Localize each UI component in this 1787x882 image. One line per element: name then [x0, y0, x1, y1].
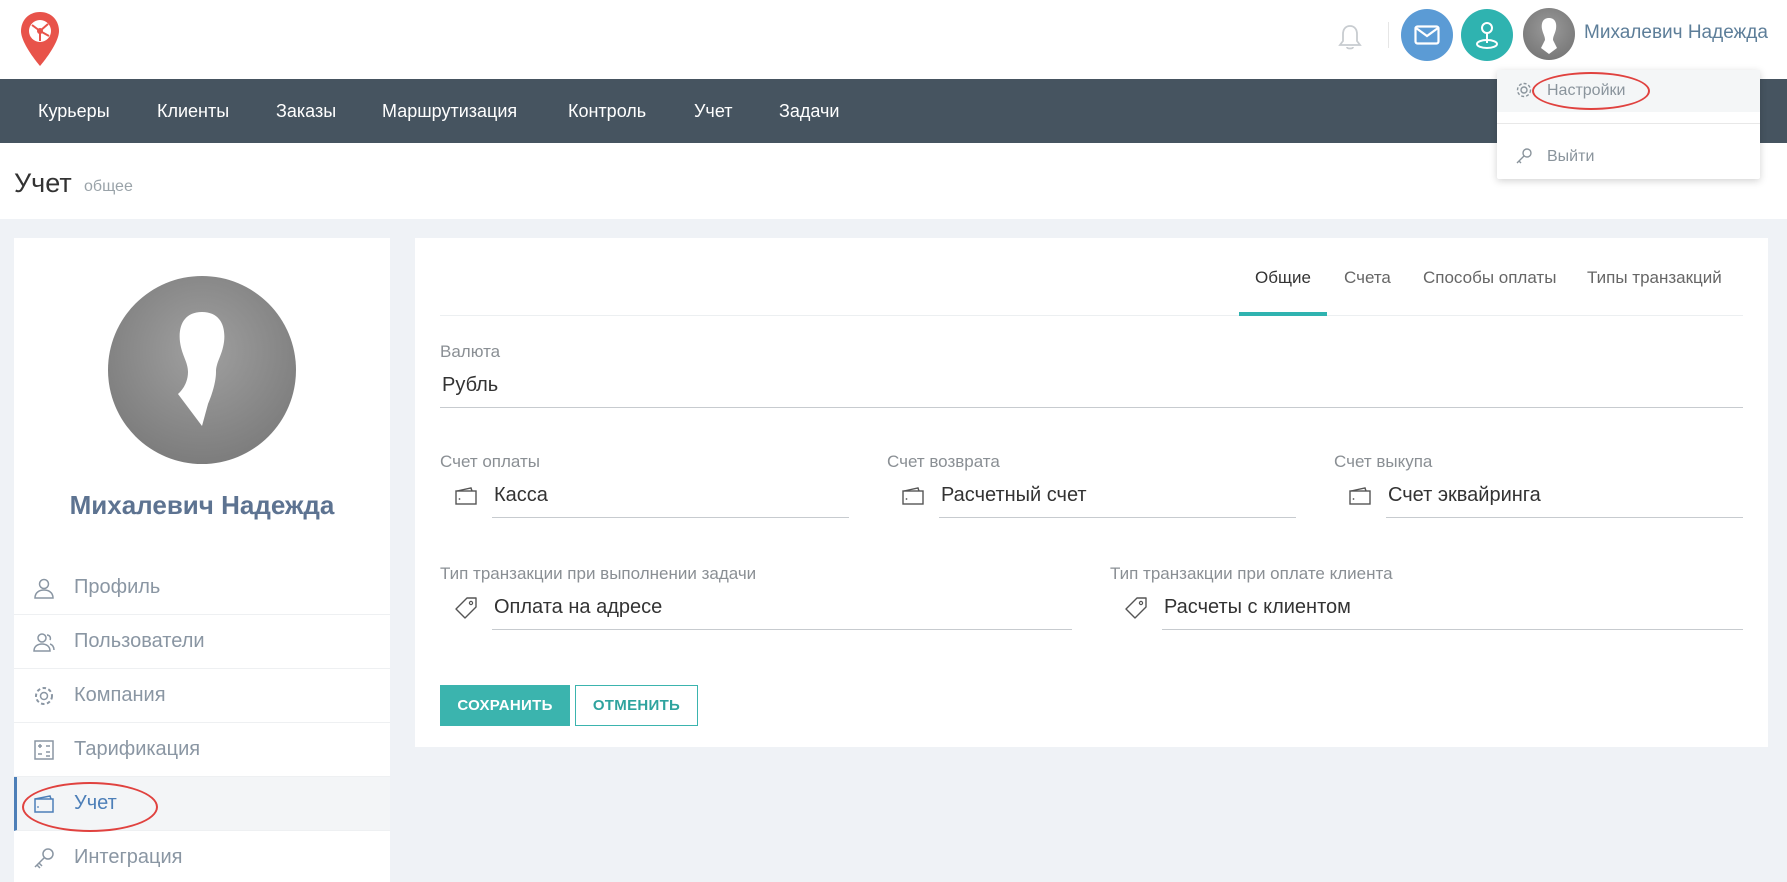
- refund-account-value: Расчетный счет: [941, 484, 1087, 506]
- buyout-account-select[interactable]: Счет эквайринга: [1334, 474, 1743, 518]
- client-transaction-label: Тип транзакции при оплате клиента: [1110, 564, 1393, 583]
- nav-control[interactable]: Контроль: [568, 79, 646, 143]
- nav-accounting[interactable]: Учет: [694, 79, 732, 143]
- user-dropdown-menu: Настройки Выйти: [1497, 70, 1760, 179]
- location-button[interactable]: [1461, 9, 1513, 61]
- wallet-icon: [887, 474, 939, 518]
- key-icon: [1515, 147, 1535, 167]
- sidebar-item-tariffs[interactable]: Тарификация: [14, 723, 390, 777]
- user-icon: [32, 576, 56, 600]
- users-icon: [32, 630, 56, 654]
- sidebar-item-users[interactable]: Пользователи: [14, 615, 390, 669]
- nav-tasks[interactable]: Задачи: [779, 79, 839, 143]
- wallet-icon: [32, 792, 56, 816]
- logout-label: Выйти: [1547, 148, 1595, 165]
- sidebar-user-name: Михалевич Надежда: [69, 490, 335, 520]
- task-transaction-value: Оплата на адресе: [494, 596, 663, 618]
- payment-account-select[interactable]: Касса: [440, 474, 849, 518]
- sidebar-item-label: Компания: [74, 684, 166, 706]
- dropdown-divider: [1497, 123, 1760, 124]
- cancel-button[interactable]: ОТМЕНИТЬ: [575, 685, 698, 726]
- nav-clients[interactable]: Клиенты: [157, 79, 229, 143]
- refund-account-label: Счет возврата: [887, 452, 1000, 471]
- task-transaction-label: Тип транзакции при выполнении задачи: [440, 564, 757, 583]
- header-divider: [1388, 22, 1389, 48]
- sidebar-item-label: Профиль: [74, 576, 161, 598]
- active-tab-indicator: [1239, 312, 1327, 316]
- app-logo-icon[interactable]: [18, 10, 68, 70]
- gear-icon: [1515, 81, 1535, 101]
- tag-icon: [1110, 586, 1162, 630]
- refund-account-select[interactable]: Расчетный счет: [887, 474, 1296, 518]
- settings-sidebar: Михалевич Надежда Профиль Пользователи К…: [14, 238, 390, 882]
- header-user-name[interactable]: Михалевич Надежда: [1584, 22, 1768, 44]
- sidebar-item-label: Пользователи: [74, 630, 205, 652]
- settings-label: Настройки: [1547, 82, 1626, 99]
- top-header: Михалевич Надежда: [0, 0, 1787, 79]
- task-transaction-select[interactable]: Оплата на адресе: [440, 586, 1072, 630]
- currency-value: Рубль: [442, 374, 499, 396]
- tabs-divider: [440, 315, 1743, 316]
- client-transaction-select[interactable]: Расчеты с клиентом: [1110, 586, 1743, 630]
- profile-avatar: [108, 276, 296, 464]
- sidebar-item-label: Интеграция: [74, 846, 183, 868]
- sidebar-item-profile[interactable]: Профиль: [14, 561, 390, 615]
- currency-label: Валюта: [440, 342, 501, 361]
- client-transaction-value: Расчеты с клиентом: [1164, 596, 1351, 618]
- logout-menu-item[interactable]: Выйти: [1497, 136, 1760, 178]
- currency-field[interactable]: Рубль: [440, 364, 1743, 408]
- notifications-bell-icon[interactable]: [1335, 22, 1365, 52]
- buyout-account-value: Счет эквайринга: [1388, 484, 1541, 506]
- messages-button[interactable]: [1401, 9, 1453, 61]
- nav-routing[interactable]: Маршрутизация: [382, 79, 517, 143]
- sidebar-item-integration[interactable]: Интеграция: [14, 831, 390, 882]
- sidebar-item-label: Учет: [74, 792, 117, 814]
- accounting-settings-card: Общие Счета Способы оплаты Типы транзакц…: [415, 238, 1768, 747]
- sidebar-item-company[interactable]: Компания: [14, 669, 390, 723]
- buyout-account-label: Счет выкупа: [1334, 452, 1433, 471]
- tab-general[interactable]: Общие: [1255, 268, 1311, 316]
- payment-account-label: Счет оплаты: [440, 452, 541, 471]
- tab-transaction-types[interactable]: Типы транзакций: [1587, 268, 1722, 316]
- settings-menu-item[interactable]: Настройки: [1497, 70, 1760, 112]
- nav-orders[interactable]: Заказы: [276, 79, 336, 143]
- save-button[interactable]: СОХРАНИТЬ: [440, 685, 570, 726]
- sidebar-item-accounting[interactable]: Учет: [14, 777, 390, 831]
- gear-icon: [32, 684, 56, 708]
- location-pin-icon: [1476, 22, 1498, 49]
- tab-accounts[interactable]: Счета: [1344, 268, 1391, 316]
- header-avatar[interactable]: [1523, 8, 1575, 60]
- wallet-icon: [1334, 474, 1386, 518]
- tab-payment-methods[interactable]: Способы оплаты: [1423, 268, 1556, 316]
- nav-couriers[interactable]: Курьеры: [38, 79, 110, 143]
- payment-account-value: Касса: [494, 484, 548, 506]
- wallet-icon: [440, 474, 492, 518]
- sidebar-item-label: Тарификация: [74, 738, 201, 760]
- tag-icon: [440, 586, 492, 630]
- mail-icon: [1414, 25, 1440, 45]
- calculator-icon: [32, 738, 56, 762]
- page-subtitle: общее: [84, 178, 133, 195]
- page-title: Учет: [14, 168, 72, 198]
- key-icon: [32, 846, 56, 870]
